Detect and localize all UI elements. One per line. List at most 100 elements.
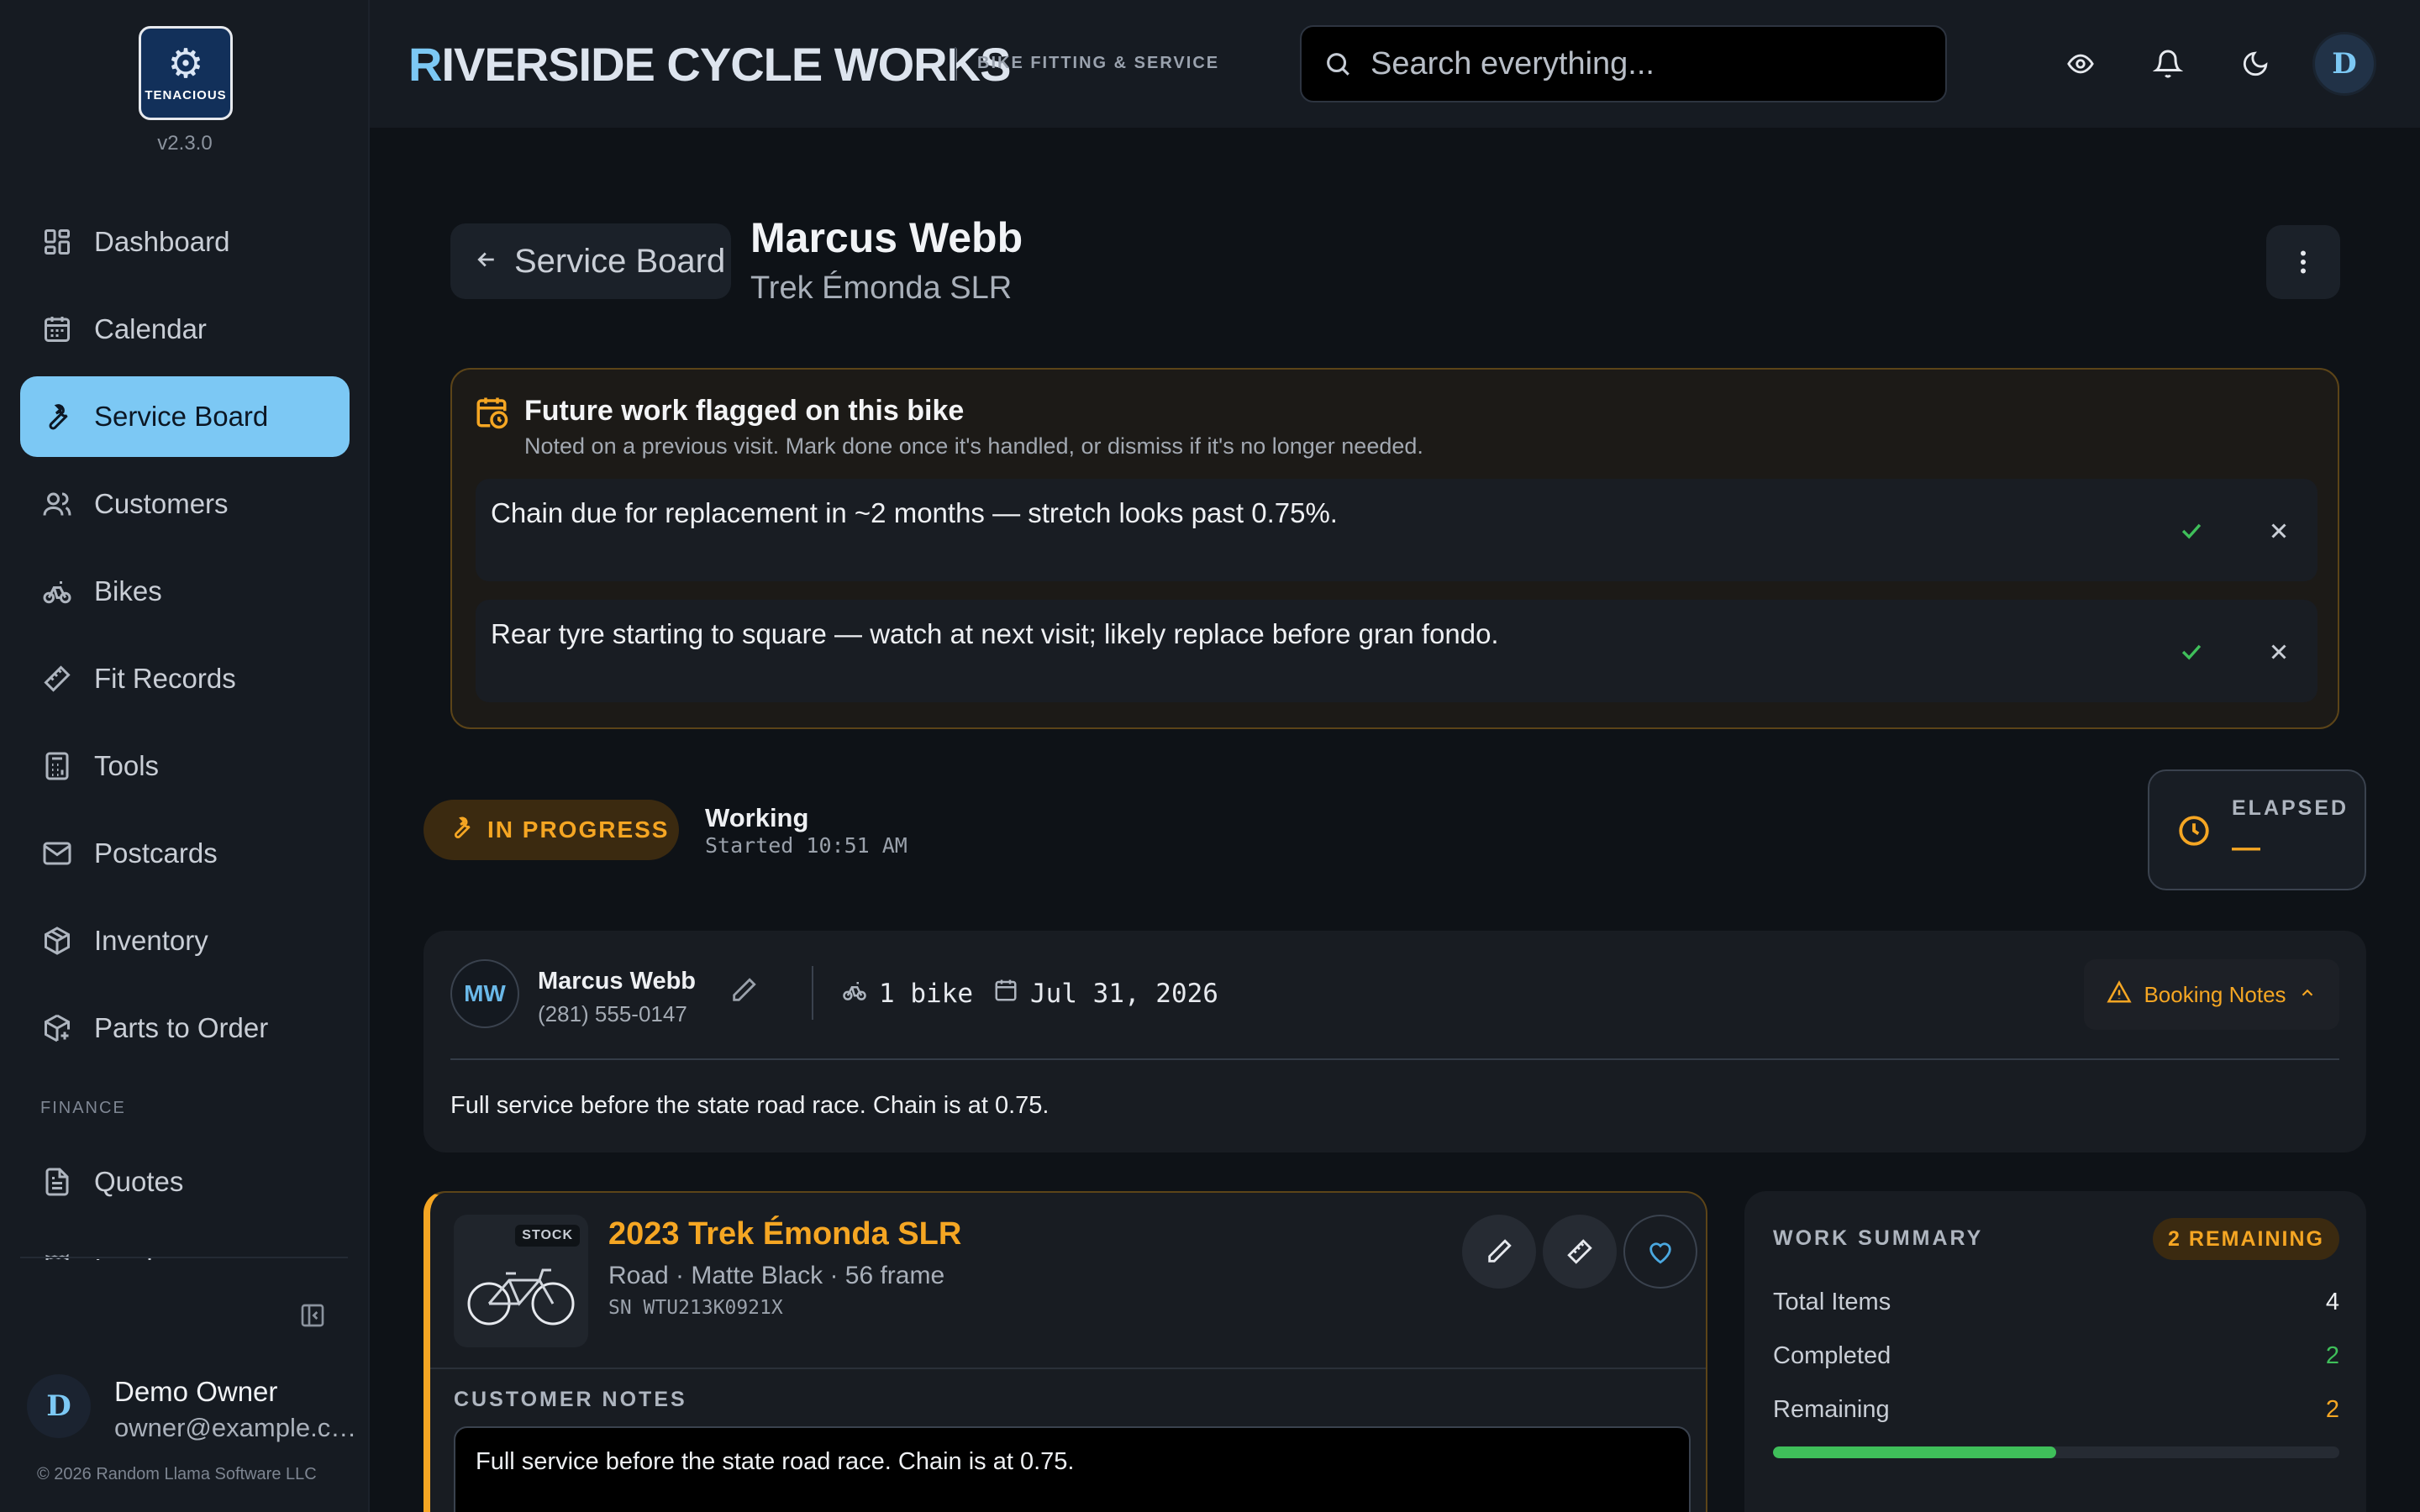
edit-bike-button[interactable] <box>1462 1215 1536 1289</box>
back-to-service-board-button[interactable]: Service Board <box>450 223 731 299</box>
future-work-panel: Future work flagged on this bike Noted o… <box>450 368 2339 729</box>
wrench-icon <box>40 400 74 433</box>
appointment-date-value: Jul 31, 2026 <box>1030 979 1218 1009</box>
work-summary-title: WORK SUMMARY <box>1773 1226 1984 1250</box>
sidebar-item-tools[interactable]: Tools <box>20 726 350 806</box>
sidebar-item-quotes[interactable]: Quotes <box>20 1142 350 1222</box>
customer-phone[interactable]: (281) 555-0147 <box>538 1001 687 1027</box>
customer-notes-field[interactable]: Full service before the state road race.… <box>454 1426 1691 1512</box>
clock-icon <box>2176 813 2212 853</box>
bike-icon <box>40 575 74 608</box>
grid-icon <box>40 225 74 259</box>
copyright: © 2026 Random Llama Software LLC <box>37 1465 317 1483</box>
work-summary-card: WORK SUMMARY 2 REMAINING Total Items 4 C… <box>1744 1191 2366 1512</box>
booking-note-text: Full service before the state road race.… <box>450 1092 1050 1119</box>
app-title-initial: R <box>408 38 442 91</box>
chevron-up-icon <box>2298 982 2317 1008</box>
remaining-badge: 2 REMAINING <box>2153 1218 2339 1260</box>
sidebar-item-invoices[interactable]: Invoices <box>20 1229 350 1260</box>
main-nav: Dashboard Calendar Service Board Custome… <box>20 202 350 1260</box>
app-logo[interactable]: ⚙ TENACIOUS <box>139 26 233 120</box>
elapsed-value: — <box>2232 832 2260 864</box>
app-title-rest: IVERSIDE CYCLE WORKS <box>441 38 1011 91</box>
collapse-sidebar-button[interactable] <box>297 1300 328 1331</box>
sidebar-item-label: Service Board <box>94 401 269 432</box>
flag-item-text: Chain due for replacement in ~2 months —… <box>491 497 1338 528</box>
status-label: IN PROGRESS <box>487 816 670 843</box>
arrow-left-icon <box>474 243 499 281</box>
close-icon <box>2271 644 2286 659</box>
started-time: Started 10:51 AM <box>705 833 908 858</box>
sidebar-item-label: Fit Records <box>94 663 236 694</box>
summary-value: 2 <box>2325 1396 2339 1423</box>
pencil-icon <box>1488 1239 1512 1263</box>
preview-button[interactable] <box>2055 39 2106 89</box>
sidebar-item-label: Customers <box>94 488 229 519</box>
dismiss-button[interactable] <box>2260 633 2297 670</box>
account-avatar[interactable]: D <box>2312 32 2376 96</box>
mail-icon <box>40 837 74 870</box>
flag-item: Chain due for replacement in ~2 months —… <box>476 479 2317 581</box>
sidebar-item-customers[interactable]: Customers <box>20 464 350 544</box>
sidebar-collapse-icon <box>301 1304 324 1327</box>
elapsed-timer: ELAPSED — <box>2148 769 2366 890</box>
future-work-title: Future work flagged on this bike <box>524 395 965 427</box>
more-options-button[interactable] <box>2266 225 2340 299</box>
more-vertical-icon <box>2301 250 2306 274</box>
document-icon <box>40 1165 74 1199</box>
global-search[interactable] <box>1300 25 1947 102</box>
app-version: v2.3.0 <box>157 132 213 155</box>
ruler-icon <box>1567 1239 1592 1264</box>
booking-notes-toggle[interactable]: Booking Notes <box>2084 959 2339 1030</box>
customer-name[interactable]: Marcus Webb <box>538 968 696 995</box>
summary-label: Completed <box>1773 1342 1891 1369</box>
progress-bar-fill <box>1773 1446 2056 1458</box>
sidebar-item-label: Calendar <box>94 313 207 344</box>
search-input[interactable] <box>1370 45 1925 82</box>
bike-card-divider <box>430 1368 1706 1369</box>
booking-notes-label: Booking Notes <box>2144 981 2286 1007</box>
calendar-clock-icon <box>474 395 509 434</box>
edit-customer-button[interactable] <box>729 976 758 1009</box>
dismiss-button[interactable] <box>2260 512 2297 549</box>
top-bar: RIVERSIDE CYCLE WORKS BIKE FITTING & SER… <box>370 0 2420 128</box>
user-avatar[interactable]: D <box>27 1374 91 1438</box>
theme-toggle-button[interactable] <box>2230 39 2281 89</box>
sidebar-item-postcards[interactable]: Postcards <box>20 813 350 894</box>
fit-measurements-button[interactable] <box>1543 1215 1617 1289</box>
mark-done-button[interactable] <box>2173 512 2210 549</box>
sidebar-item-bikes[interactable]: Bikes <box>20 551 350 632</box>
future-work-description: Noted on a previous visit. Mark done onc… <box>524 433 1423 459</box>
booking-notes-divider <box>450 1058 2339 1060</box>
sidebar-item-parts-to-order[interactable]: Parts to Order <box>20 988 350 1068</box>
sidebar-item-fit-records[interactable]: Fit Records <box>20 638 350 719</box>
gear-logo-icon: ⚙ <box>167 41 204 87</box>
notifications-button[interactable] <box>2143 39 2193 89</box>
sidebar-item-inventory[interactable]: Inventory <box>20 900 350 981</box>
box-icon <box>40 924 74 958</box>
favorite-bike-button[interactable] <box>1623 1215 1697 1289</box>
ruler-icon <box>40 662 74 696</box>
sidebar: ⚙ TENACIOUS v2.3.0 Dashboard Calendar Se… <box>0 0 370 1512</box>
flag-item: Rear tyre starting to square — watch at … <box>476 600 2317 702</box>
stock-badge: STOCK <box>515 1225 580 1247</box>
sidebar-item-label: Inventory <box>94 925 208 956</box>
user-name: Demo Owner <box>114 1376 278 1407</box>
mark-done-button[interactable] <box>2173 633 2210 670</box>
customer-notes-label: CUSTOMER NOTES <box>454 1388 687 1411</box>
sidebar-item-service-board[interactable]: Service Board <box>20 376 350 457</box>
bike-serial: SN WTU213K0921X <box>608 1297 783 1319</box>
bike-icon <box>842 978 867 1010</box>
sidebar-item-calendar[interactable]: Calendar <box>20 289 350 370</box>
bell-icon <box>2153 50 2183 78</box>
search-icon <box>1327 53 1349 76</box>
bike-title[interactable]: 2023 Trek Émonda SLR <box>608 1216 961 1252</box>
back-button-label: Service Board <box>514 242 726 280</box>
bike-thumbnail[interactable]: STOCK <box>454 1215 588 1347</box>
heart-icon <box>1649 1242 1671 1264</box>
summary-value: 2 <box>2325 1342 2339 1369</box>
customer-card: MW Marcus Webb (281) 555-0147 1 bike Jul… <box>424 931 2366 1152</box>
summary-row-completed: Completed 2 <box>1773 1342 2339 1370</box>
sidebar-item-dashboard[interactable]: Dashboard <box>20 202 350 282</box>
status-badge[interactable]: IN PROGRESS <box>424 800 679 860</box>
